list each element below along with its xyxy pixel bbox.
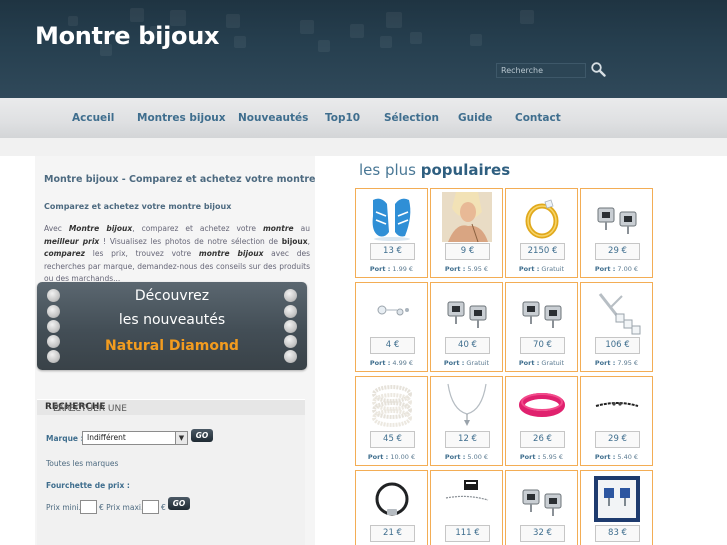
brand-select[interactable]: Indifférent ▼: [82, 431, 188, 445]
product-card[interactable]: 13 € Port : 1.99 €: [355, 188, 428, 278]
cufflinks-icon[interactable]: [517, 286, 567, 336]
price-go-button[interactable]: GO: [168, 497, 190, 510]
promo-line-1: Découvrez: [134, 288, 210, 304]
nav-montres-bijoux[interactable]: Montres bijoux: [137, 98, 226, 138]
intro-paragraph: Avec Montre bijoux, comparez et achetez …: [44, 224, 310, 283]
product-card[interactable]: 83 €: [580, 470, 653, 545]
nav-contact[interactable]: Contact: [515, 98, 561, 138]
brand-label: Marque :: [46, 434, 84, 443]
search-input[interactable]: Recherche: [496, 63, 586, 78]
promo-line-3: Natural Diamond: [105, 338, 239, 354]
page: Montre bijoux Recherche Accueil Montres …: [0, 0, 727, 545]
euro-label: €: [161, 503, 166, 512]
product-price: 2150 €: [520, 243, 565, 260]
product-shipping: Port : 5.95 €: [519, 453, 564, 461]
product-price: 13 €: [370, 243, 415, 260]
site-title[interactable]: Montre bijoux: [35, 22, 219, 50]
necklace-icon[interactable]: [442, 380, 492, 430]
intro-subtitle: Comparez et achetez votre montre bijoux: [44, 202, 232, 211]
product-price: 26 €: [520, 431, 565, 448]
product-card[interactable]: 45 € Port : 10.00 €: [355, 376, 428, 466]
black-bracelet-icon[interactable]: [367, 474, 417, 524]
product-price: 111 €: [445, 525, 490, 542]
cufflinks-icon[interactable]: [592, 192, 642, 242]
search-panel-heading: EFFECTUER UNE RECHERCHE PAR :: [37, 399, 305, 415]
product-shipping: Port : Gratuit: [518, 265, 565, 273]
product-price: 12 €: [445, 431, 490, 448]
model-photo-icon[interactable]: [442, 192, 492, 242]
product-price: 9 €: [445, 243, 490, 260]
product-shipping: Port : 4.99 €: [369, 359, 414, 367]
search-panel: [37, 399, 305, 545]
product-card[interactable]: 29 € Port : 5.40 €: [580, 376, 653, 466]
cufflinks-icon[interactable]: [517, 474, 567, 524]
product-shipping: Port : Gratuit: [518, 359, 565, 367]
product-card[interactable]: 40 € Port : Gratuit: [430, 282, 503, 372]
product-price: 21 €: [370, 525, 415, 542]
promo-line-2: les nouveautés: [118, 312, 226, 328]
product-price: 106 €: [595, 337, 640, 354]
gold-ring-icon[interactable]: [517, 192, 567, 242]
popular-title: les plus populaires: [359, 161, 511, 179]
prix-mini-label: Prix mini.: [46, 503, 81, 512]
product-card[interactable]: 4 € Port : 4.99 €: [355, 282, 428, 372]
chain-icon[interactable]: [442, 474, 492, 524]
pearl-bracelet-icon[interactable]: [367, 380, 417, 430]
product-price: 29 €: [595, 431, 640, 448]
product-shipping: Port : 5.40 €: [594, 453, 639, 461]
product-shipping: Port : 7.00 €: [594, 265, 639, 273]
nav-accueil[interactable]: Accueil: [72, 98, 114, 138]
product-price: 45 €: [370, 431, 415, 448]
search-icon[interactable]: [590, 61, 606, 77]
cufflinks-box-icon[interactable]: [592, 474, 642, 524]
product-shipping: Port : 10.00 €: [367, 453, 416, 461]
all-brands-link[interactable]: Toutes les marques: [46, 459, 118, 468]
bracelet-icon[interactable]: [592, 286, 642, 336]
brand-go-button[interactable]: GO: [191, 429, 213, 442]
chevron-down-icon[interactable]: ▼: [175, 432, 187, 444]
prix-maxi-label: € Prix maxi.: [99, 503, 144, 512]
product-shipping: Port : 1.99 €: [369, 265, 414, 273]
earrings-icon[interactable]: [367, 286, 417, 336]
product-card[interactable]: 106 € Port : 7.95 €: [580, 282, 653, 372]
prix-mini-input[interactable]: [80, 500, 97, 514]
product-card[interactable]: 12 € Port : 5.00 €: [430, 376, 503, 466]
prix-maxi-input[interactable]: [142, 500, 159, 514]
product-card[interactable]: 111 €: [430, 470, 503, 545]
product-price: 83 €: [595, 525, 640, 542]
product-card[interactable]: 9 € Port : 5.95 €: [430, 188, 503, 278]
product-price: 32 €: [520, 525, 565, 542]
product-shipping: Port : Gratuit: [443, 359, 490, 367]
blue-shoes-icon[interactable]: [367, 192, 417, 242]
product-card[interactable]: 26 € Port : 5.95 €: [505, 376, 578, 466]
pink-bracelet-icon[interactable]: [517, 380, 567, 430]
product-card[interactable]: 29 € Port : 7.00 €: [580, 188, 653, 278]
main-nav: Accueil Montres bijoux Nouveautés Top10 …: [0, 98, 727, 138]
cord-bracelet-icon[interactable]: [592, 380, 642, 430]
nav-nouveautes[interactable]: Nouveautés: [238, 98, 308, 138]
product-card[interactable]: 70 € Port : Gratuit: [505, 282, 578, 372]
product-shipping: Port : 5.00 €: [444, 453, 489, 461]
nav-divider: [0, 138, 727, 156]
cufflinks-icon[interactable]: [442, 286, 492, 336]
nav-top10[interactable]: Top10: [325, 98, 360, 138]
price-range-label: Fourchette de prix :: [46, 481, 130, 490]
product-price: 70 €: [520, 337, 565, 354]
product-card[interactable]: 32 €: [505, 470, 578, 545]
promo-banner-nouveautes[interactable]: Découvrez les nouveautés Natural Diamond: [37, 282, 307, 370]
product-shipping: Port : 5.95 €: [444, 265, 489, 273]
nav-selection[interactable]: Sélection: [384, 98, 439, 138]
site-header: Montre bijoux Recherche: [0, 0, 727, 98]
product-price: 40 €: [445, 337, 490, 354]
product-price: 4 €: [370, 337, 415, 354]
product-shipping: Port : 7.95 €: [594, 359, 639, 367]
product-card[interactable]: 2150 € Port : Gratuit: [505, 188, 578, 278]
product-card[interactable]: 21 €: [355, 470, 428, 545]
nav-guide[interactable]: Guide: [458, 98, 492, 138]
product-price: 29 €: [595, 243, 640, 260]
intro-title: Montre bijoux - Comparez et achetez votr…: [44, 174, 316, 185]
